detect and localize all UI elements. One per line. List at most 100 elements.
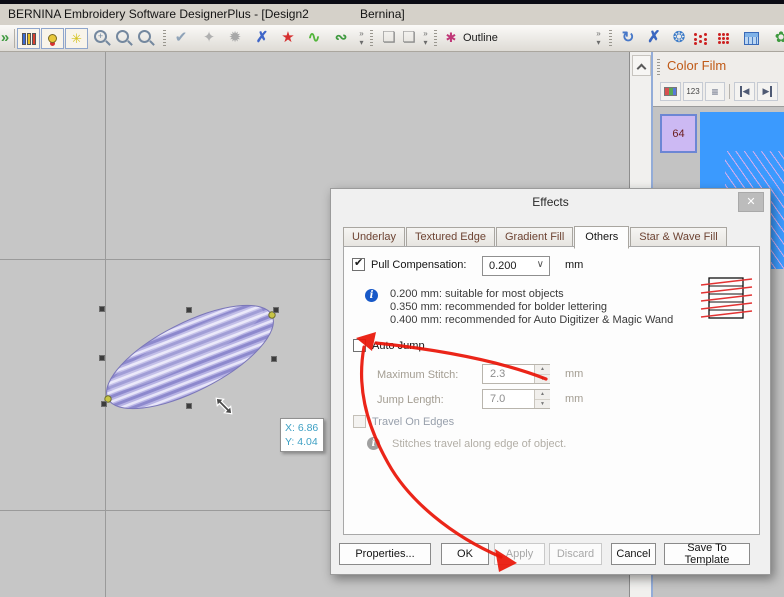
numbers-icon: 123: [686, 87, 699, 96]
green-edge-icon[interactable]: ✿: [770, 28, 784, 48]
scroll-up-button[interactable]: [632, 55, 651, 76]
title-bar[interactable]: BERNINA Embroidery Software DesignerPlus…: [0, 4, 784, 25]
selection-handle[interactable]: [101, 401, 107, 407]
list-icon: ≡: [711, 85, 718, 99]
zoom-in-icon[interactable]: +: [94, 30, 107, 43]
tab-gradient-fill[interactable]: Gradient Fill: [496, 227, 573, 247]
pull-compensation-label: Pull Compensation:: [371, 259, 466, 271]
chevron-up-icon: [637, 64, 647, 74]
maximum-stitch-label: Maximum Stitch:: [377, 369, 458, 381]
ribbon-x-icon[interactable]: ✗: [251, 28, 273, 48]
window-title-document: Bernina]: [360, 7, 405, 21]
color-chip[interactable]: 64: [660, 114, 697, 153]
pull-info-line-3: 0.400 mm: recommended for Auto Digitizer…: [390, 314, 673, 327]
pull-compensation-dropdown[interactable]: 0.200 ∨: [482, 256, 550, 276]
selection-handle[interactable]: [99, 306, 105, 312]
refresh-arrows-icon[interactable]: ↻: [617, 28, 639, 48]
outline-toolbar-label[interactable]: Outline: [463, 32, 498, 44]
color-film-view-button[interactable]: [660, 82, 681, 101]
pull-info-line-2: 0.350 mm: recommended for bolder letteri…: [390, 301, 607, 314]
sun-shape-icon[interactable]: ✹: [224, 28, 246, 48]
close-button[interactable]: ✕: [738, 192, 764, 212]
toolbar-separator: [14, 29, 15, 48]
zoom-box-icon[interactable]: [138, 30, 151, 43]
freehand-stitch-icon[interactable]: ∿: [303, 28, 325, 48]
maximum-stitch-spinner[interactable]: 2.3 ▲ ▼: [482, 364, 550, 384]
show-stitch-angles-button[interactable]: ✳: [65, 28, 88, 49]
spin-up-icon[interactable]: ▲: [535, 365, 550, 374]
sequence-list-button[interactable]: ≡: [705, 82, 725, 101]
film-colors-icon: [664, 87, 677, 96]
spin-up-icon[interactable]: ▲: [535, 390, 550, 399]
pull-compensation-diagram: [700, 275, 754, 321]
maximum-stitch-unit: mm: [565, 368, 583, 380]
travel-on-edges-label: Travel On Edges: [372, 416, 454, 428]
travel-info-text: Stitches travel along edge of object.: [392, 438, 566, 451]
jump-length-unit: mm: [565, 393, 583, 405]
tab-star-wave-fill[interactable]: Star & Wave Fill: [630, 227, 726, 247]
outline-stitch-icon[interactable]: ✱: [440, 28, 462, 48]
blue-cross-icon[interactable]: ✗: [643, 28, 665, 48]
maximum-stitch-value: 2.3: [490, 368, 505, 380]
toolbar-grip[interactable]: [609, 30, 612, 47]
pull-info-line-1: 0.200 mm: suitable for most objects: [390, 288, 564, 301]
toolbar-overflow-button[interactable]: »▾: [356, 29, 367, 49]
back-one-color-button[interactable]: ◀: [734, 82, 755, 101]
table-grid-icon[interactable]: [744, 32, 759, 45]
selection-handle[interactable]: [186, 307, 192, 313]
jump-length-label: Jump Length:: [377, 394, 444, 406]
toolbar-grip[interactable]: [434, 30, 437, 47]
show-stitches-button[interactable]: [17, 28, 40, 49]
dialog-title: Effects: [331, 195, 770, 209]
dense-dots-icon[interactable]: [718, 33, 731, 45]
toolbar-grip[interactable]: [370, 30, 373, 47]
check-icon: ✔: [354, 256, 363, 269]
pull-compensation-checkbox[interactable]: ✔: [352, 258, 365, 271]
resize-cursor-icon: [211, 393, 237, 419]
toolbar-overflow-button[interactable]: »▾: [420, 29, 431, 49]
cancel-button[interactable]: Cancel: [611, 543, 656, 565]
info-icon: i: [365, 289, 378, 302]
panel-grip[interactable]: [657, 59, 660, 77]
red-star-icon[interactable]: ★: [277, 28, 299, 48]
discard-button[interactable]: Discard: [549, 543, 602, 565]
pull-compensation-value: 0.200: [489, 260, 517, 272]
ungroup-box-icon[interactable]: ❏: [398, 28, 420, 48]
step-forward-icon: ▶: [763, 86, 773, 97]
show-color-numbers-button[interactable]: 123: [683, 82, 703, 101]
jump-length-spinner[interactable]: 7.0 ▲ ▼: [482, 389, 550, 409]
pull-compensation-unit: mm: [565, 259, 583, 271]
toolbar-overflow-button[interactable]: »▾: [593, 29, 604, 49]
show-needle-points-button[interactable]: [41, 28, 64, 49]
zoom-1to1-icon[interactable]: [116, 30, 129, 43]
travel-on-edges-checkbox[interactable]: [353, 415, 366, 428]
chevron-down-icon: ∨: [537, 259, 544, 270]
globe-gear-icon[interactable]: ❂: [668, 28, 690, 48]
selection-handle[interactable]: [186, 403, 192, 409]
spinner-buttons[interactable]: ▲ ▼: [534, 390, 549, 408]
tab-textured-edge[interactable]: Textured Edge: [406, 227, 495, 247]
group-box-icon[interactable]: ❏: [378, 28, 400, 48]
properties-button[interactable]: Properties...: [339, 543, 431, 565]
tab-others[interactable]: Others: [574, 226, 629, 249]
needle-point-icon: [48, 34, 57, 43]
toolbar-grip[interactable]: [163, 30, 166, 47]
magic-wand-icon[interactable]: ✦: [198, 28, 220, 48]
tooltip-x-value: X: 6.86: [285, 421, 323, 435]
selection-handle[interactable]: [99, 355, 105, 361]
spinner-buttons[interactable]: ▲ ▼: [534, 365, 549, 383]
accept-checkmark-icon[interactable]: ✔: [170, 28, 192, 48]
save-to-template-button[interactable]: Save To Template: [664, 543, 750, 565]
selection-handle[interactable]: [271, 356, 277, 362]
tab-underlay[interactable]: Underlay: [343, 227, 405, 247]
selection-handle[interactable]: [273, 307, 279, 313]
ok-button[interactable]: OK: [441, 543, 489, 565]
spin-down-icon[interactable]: ▼: [535, 399, 550, 408]
apply-button[interactable]: Apply: [494, 543, 545, 565]
auto-jump-label: Auto Jump: [372, 340, 425, 352]
sparse-dots-icon[interactable]: [694, 33, 707, 45]
swirl-stitch-icon[interactable]: ∾: [330, 28, 352, 48]
forward-one-color-button[interactable]: ▶: [757, 82, 778, 101]
auto-jump-checkbox[interactable]: [353, 339, 366, 352]
spin-down-icon[interactable]: ▼: [535, 374, 550, 383]
